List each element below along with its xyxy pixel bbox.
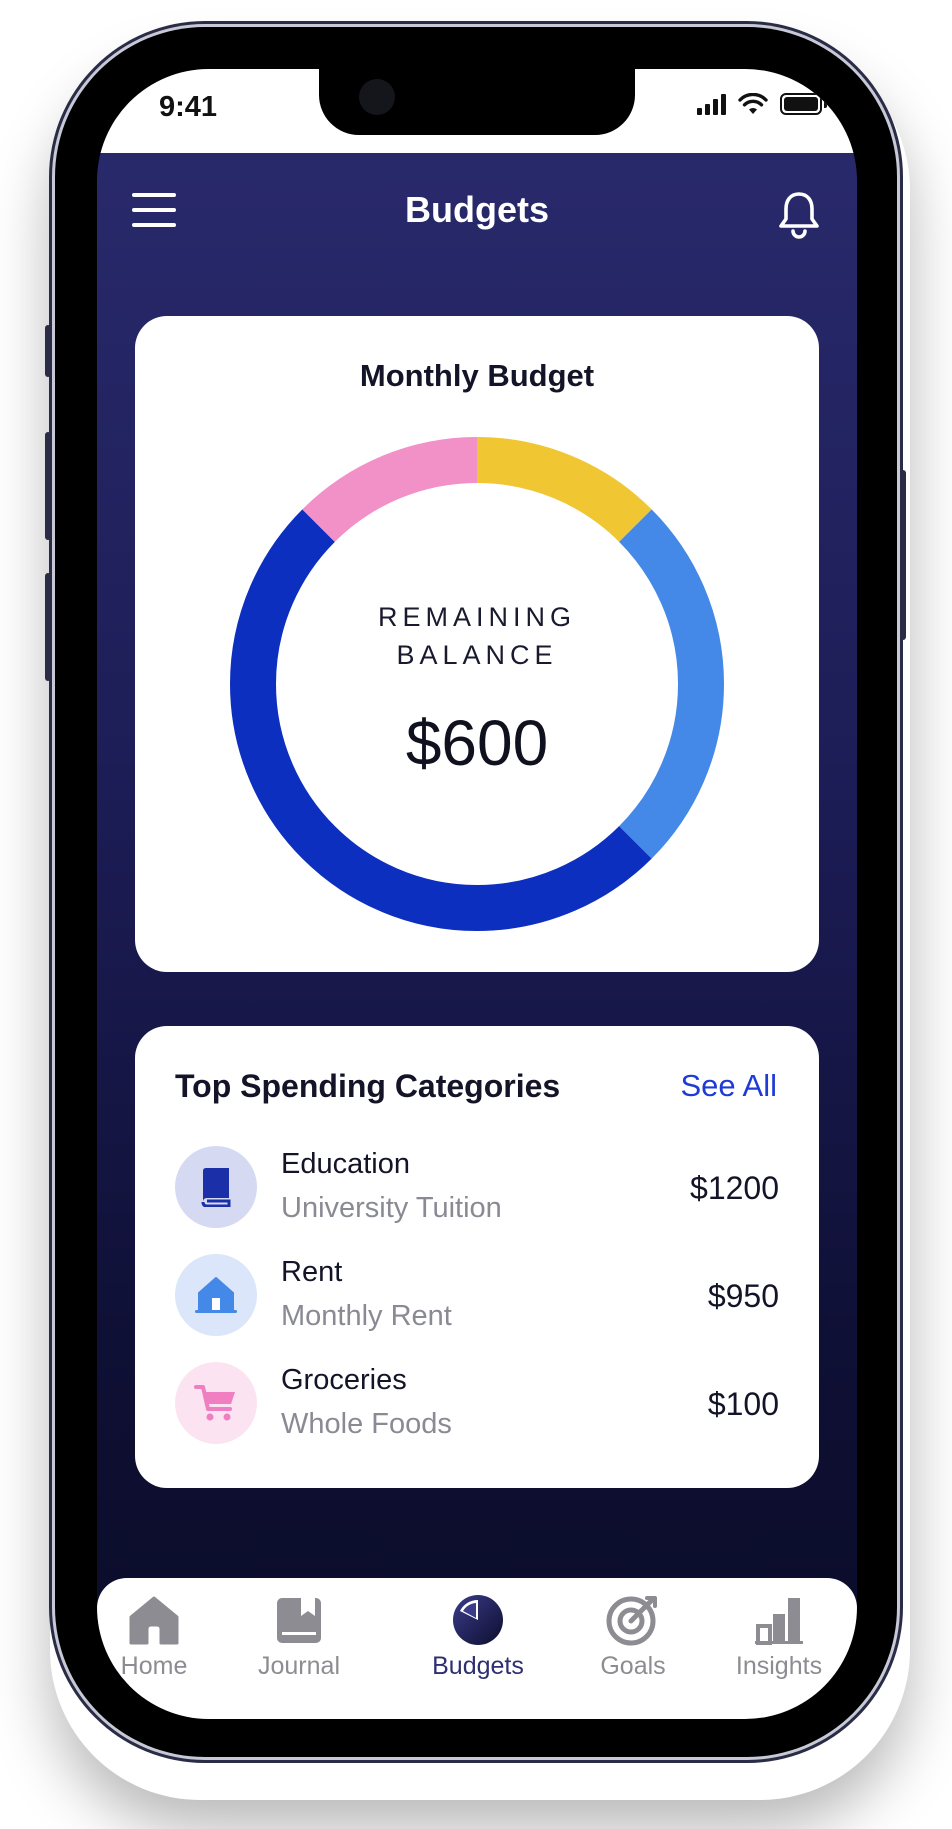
- donut-segment-remaining: [476, 437, 652, 543]
- category-name: Groceries: [281, 1364, 407, 1396]
- bell-icon[interactable]: [776, 189, 822, 239]
- remaining-balance-value: $600: [405, 707, 549, 779]
- tab-home[interactable]: Home: [97, 1594, 219, 1704]
- tab-label: Home: [120, 1652, 188, 1680]
- top-spending-card: Top Spending Categories See All Educatio…: [135, 1026, 819, 1488]
- volume-up-button: [45, 432, 51, 540]
- silent-switch: [45, 325, 51, 377]
- app-screen: 9:41 Budgets Monthly Budget REMAINING BA…: [97, 69, 857, 1719]
- status-icons: [697, 93, 827, 115]
- category-amount: $950: [707, 1278, 779, 1314]
- donut-segment-rent: [618, 509, 724, 859]
- wifi-icon: [738, 93, 768, 114]
- notch: [319, 69, 635, 135]
- category-subtitle: University Tuition: [281, 1192, 502, 1224]
- journal-icon: [277, 1598, 321, 1643]
- category-amount: $100: [707, 1386, 779, 1422]
- status-time: 9:41: [159, 91, 218, 123]
- tab-label: Budgets: [432, 1652, 524, 1680]
- category-row-groceries[interactable]: Groceries Whole Foods $100: [175, 1362, 779, 1452]
- see-all-link[interactable]: See All: [680, 1068, 777, 1104]
- category-row-rent[interactable]: Rent Monthly Rent $950: [175, 1254, 779, 1344]
- cellular-signal-icon: [697, 93, 726, 115]
- bar-chart-icon: [755, 1598, 803, 1645]
- pie-chart-icon: [453, 1595, 503, 1645]
- category-row-education[interactable]: Education University Tuition $1200: [175, 1146, 779, 1236]
- tab-label: Goals: [600, 1652, 666, 1680]
- category-subtitle: Whole Foods: [281, 1408, 452, 1440]
- page-title: Budgets: [405, 189, 549, 230]
- tab-goals[interactable]: Goals: [568, 1594, 698, 1704]
- power-button: [900, 470, 906, 640]
- monthly-budget-title: Monthly Budget: [359, 358, 595, 393]
- tab-label: Insights: [735, 1652, 823, 1680]
- front-camera: [359, 79, 395, 115]
- house-icon: [195, 1277, 237, 1313]
- target-icon: [606, 1596, 657, 1646]
- remaining-label-line2: BALANCE: [396, 640, 558, 670]
- category-subtitle: Monthly Rent: [281, 1300, 452, 1332]
- tab-journal[interactable]: Journal: [234, 1594, 364, 1704]
- battery-icon: [780, 93, 822, 115]
- category-icon-circle: [175, 1362, 257, 1444]
- monthly-budget-card: Monthly Budget REMAINING BALANCE $600: [135, 316, 819, 972]
- category-icon-circle: [175, 1146, 257, 1228]
- volume-down-button: [45, 573, 51, 681]
- category-name: Rent: [281, 1256, 343, 1288]
- category-name: Education: [281, 1148, 410, 1180]
- donut-segment-groceries: [302, 437, 478, 543]
- status-bar: 9:41: [97, 69, 857, 153]
- app-header: Budgets: [97, 153, 857, 283]
- book-icon: [201, 1168, 231, 1207]
- budget-donut-chart: [230, 437, 724, 931]
- bottom-tab-bar: Home Journal Budgets Goals Insights: [97, 1578, 857, 1719]
- category-amount: $1200: [690, 1170, 779, 1206]
- tab-label: Journal: [258, 1652, 340, 1680]
- shopping-cart-icon: [194, 1385, 235, 1421]
- category-icon-circle: [175, 1254, 257, 1336]
- home-icon: [129, 1596, 179, 1645]
- tab-insights[interactable]: Insights: [714, 1594, 844, 1704]
- remaining-label-line1: REMAINING: [377, 602, 576, 632]
- top-spending-title: Top Spending Categories: [175, 1068, 561, 1104]
- tab-budgets[interactable]: Budgets: [413, 1594, 543, 1704]
